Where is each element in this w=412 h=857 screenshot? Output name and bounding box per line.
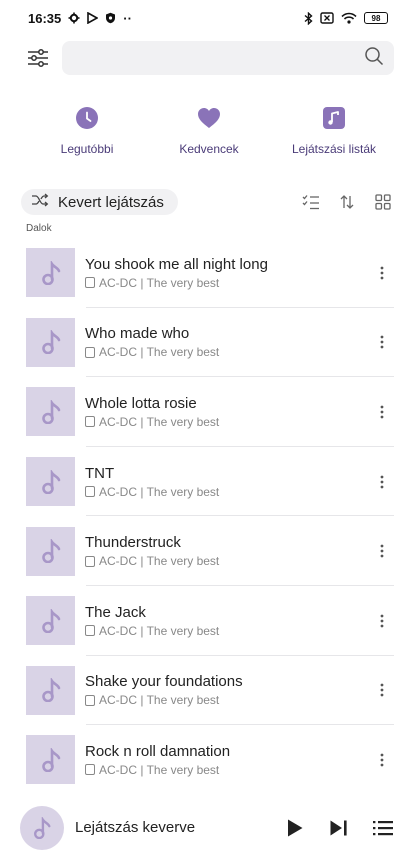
song-row[interactable]: Who made who AC-DC | The very best bbox=[0, 308, 412, 378]
queue-list-icon[interactable] bbox=[372, 817, 394, 839]
sort-icon[interactable] bbox=[338, 193, 356, 211]
music-note-icon bbox=[26, 457, 75, 507]
file-icon bbox=[85, 277, 95, 289]
music-note-icon bbox=[26, 526, 75, 576]
clock-icon bbox=[75, 106, 99, 130]
song-title: You shook me all night long bbox=[85, 255, 268, 273]
song-row[interactable]: Whole lotta rosie AC-DC | The very best bbox=[0, 377, 412, 447]
song-artist-album: AC-DC | The very best bbox=[99, 345, 220, 360]
search-input[interactable] bbox=[72, 50, 364, 66]
select-list-icon[interactable] bbox=[302, 193, 320, 211]
song-title: Whole lotta rosie bbox=[85, 394, 197, 412]
music-note-icon bbox=[26, 596, 75, 646]
player-status-label: Lejátszás keverve bbox=[75, 819, 196, 836]
song-artist-album: AC-DC | The very best bbox=[99, 554, 220, 569]
status-time: 16:35 bbox=[28, 10, 62, 26]
shuffle-all-button[interactable]: Kevert lejátszás bbox=[21, 189, 178, 215]
song-subtitle: AC-DC | The very best bbox=[85, 554, 219, 568]
more-options-icon[interactable] bbox=[374, 400, 390, 424]
skip-next-icon[interactable] bbox=[328, 817, 350, 839]
status-bar: 16:35 ·· 98 bbox=[0, 0, 412, 36]
music-note-icon bbox=[26, 735, 75, 785]
filter-icon[interactable] bbox=[26, 46, 50, 70]
gear-icon bbox=[68, 12, 80, 24]
more-options-icon[interactable] bbox=[374, 748, 390, 772]
song-row[interactable]: TNT AC-DC | The very best bbox=[0, 447, 412, 517]
nav-favorites-label: Kedvencek bbox=[179, 142, 239, 156]
song-title: Rock n roll damnation bbox=[85, 742, 231, 760]
song-subtitle: AC-DC | The very best bbox=[85, 276, 268, 290]
song-title: Shake your foundations bbox=[85, 673, 243, 691]
playlist-icon bbox=[322, 106, 346, 130]
search-box[interactable] bbox=[62, 41, 394, 75]
file-icon bbox=[85, 346, 95, 358]
battery-indicator: 98 bbox=[364, 12, 388, 24]
shield-icon bbox=[105, 12, 116, 24]
music-note-icon bbox=[26, 248, 75, 298]
action-row: Kevert lejátszás bbox=[0, 188, 412, 216]
nav-recent-label: Legutóbbi bbox=[60, 142, 114, 156]
file-icon bbox=[85, 416, 95, 428]
song-row[interactable]: Rock n roll damnation AC-DC | The very be… bbox=[0, 725, 412, 795]
song-title: The Jack bbox=[85, 603, 146, 621]
song-artist-album: AC-DC | The very best bbox=[99, 762, 220, 777]
player-controls bbox=[284, 817, 394, 839]
song-artist-album: AC-DC | The very best bbox=[99, 414, 220, 429]
nav-recent[interactable]: Legutóbbi bbox=[27, 106, 147, 156]
music-note-icon bbox=[26, 317, 75, 367]
song-subtitle: AC-DC | The very best bbox=[85, 693, 243, 707]
music-note-icon bbox=[26, 387, 75, 437]
song-row[interactable]: You shook me all night long AC-DC | The v… bbox=[0, 238, 412, 308]
sim-icon bbox=[320, 12, 334, 24]
more-options-icon[interactable] bbox=[374, 539, 390, 563]
file-icon bbox=[85, 764, 95, 776]
play-store-icon bbox=[87, 12, 99, 24]
music-note-icon bbox=[20, 805, 64, 850]
song-subtitle: AC-DC | The very best bbox=[85, 415, 219, 429]
song-subtitle: AC-DC | The very best bbox=[85, 485, 219, 499]
song-artist-album: AC-DC | The very best bbox=[99, 623, 220, 638]
song-subtitle: AC-DC | The very best bbox=[85, 624, 219, 638]
song-row[interactable]: Shake your foundations AC-DC | The very b… bbox=[0, 656, 412, 726]
song-subtitle: AC-DC | The very best bbox=[85, 345, 219, 359]
quick-nav: Legutóbbi Kedvencek Lejátszási listák bbox=[0, 106, 412, 162]
nav-playlists[interactable]: Lejátszási listák bbox=[274, 106, 394, 156]
search-icon[interactable] bbox=[364, 46, 384, 71]
song-subtitle: AC-DC | The very best bbox=[85, 763, 230, 777]
music-note-icon bbox=[26, 665, 75, 715]
search-row bbox=[0, 40, 412, 76]
song-row[interactable]: The Jack AC-DC | The very best bbox=[0, 586, 412, 656]
file-icon bbox=[85, 625, 95, 637]
bluetooth-icon bbox=[304, 11, 313, 25]
grid-view-icon[interactable] bbox=[374, 193, 392, 211]
more-options-icon[interactable] bbox=[374, 470, 390, 494]
status-more: ·· bbox=[123, 10, 132, 26]
nav-playlists-label: Lejátszási listák bbox=[291, 142, 377, 156]
file-icon bbox=[85, 555, 95, 567]
song-artist-album: AC-DC | The very best bbox=[99, 693, 220, 708]
shuffle-all-label: Kevert lejátszás bbox=[58, 193, 164, 211]
song-artist-album: AC-DC | The very best bbox=[99, 484, 220, 499]
play-icon[interactable] bbox=[284, 817, 306, 839]
section-label-songs: Dalok bbox=[26, 223, 52, 234]
song-title: Who made who bbox=[85, 325, 190, 343]
more-options-icon[interactable] bbox=[374, 678, 390, 702]
song-artist-album: AC-DC | The very best bbox=[99, 275, 220, 290]
song-title: Thunderstruck bbox=[85, 534, 181, 552]
list-tools bbox=[302, 193, 392, 211]
more-options-icon[interactable] bbox=[374, 609, 390, 633]
file-icon bbox=[85, 486, 95, 498]
more-options-icon[interactable] bbox=[374, 330, 390, 354]
shuffle-icon bbox=[31, 193, 49, 212]
song-title: TNT bbox=[85, 464, 115, 482]
mini-player[interactable]: Lejátszás keverve bbox=[0, 798, 412, 857]
heart-icon bbox=[197, 106, 221, 130]
song-list: You shook me all night long AC-DC | The v… bbox=[0, 238, 412, 795]
song-row[interactable]: Thunderstruck AC-DC | The very best bbox=[0, 516, 412, 586]
file-icon bbox=[85, 694, 95, 706]
wifi-icon bbox=[341, 12, 357, 24]
nav-favorites[interactable]: Kedvencek bbox=[149, 106, 269, 156]
more-options-icon[interactable] bbox=[374, 261, 390, 285]
